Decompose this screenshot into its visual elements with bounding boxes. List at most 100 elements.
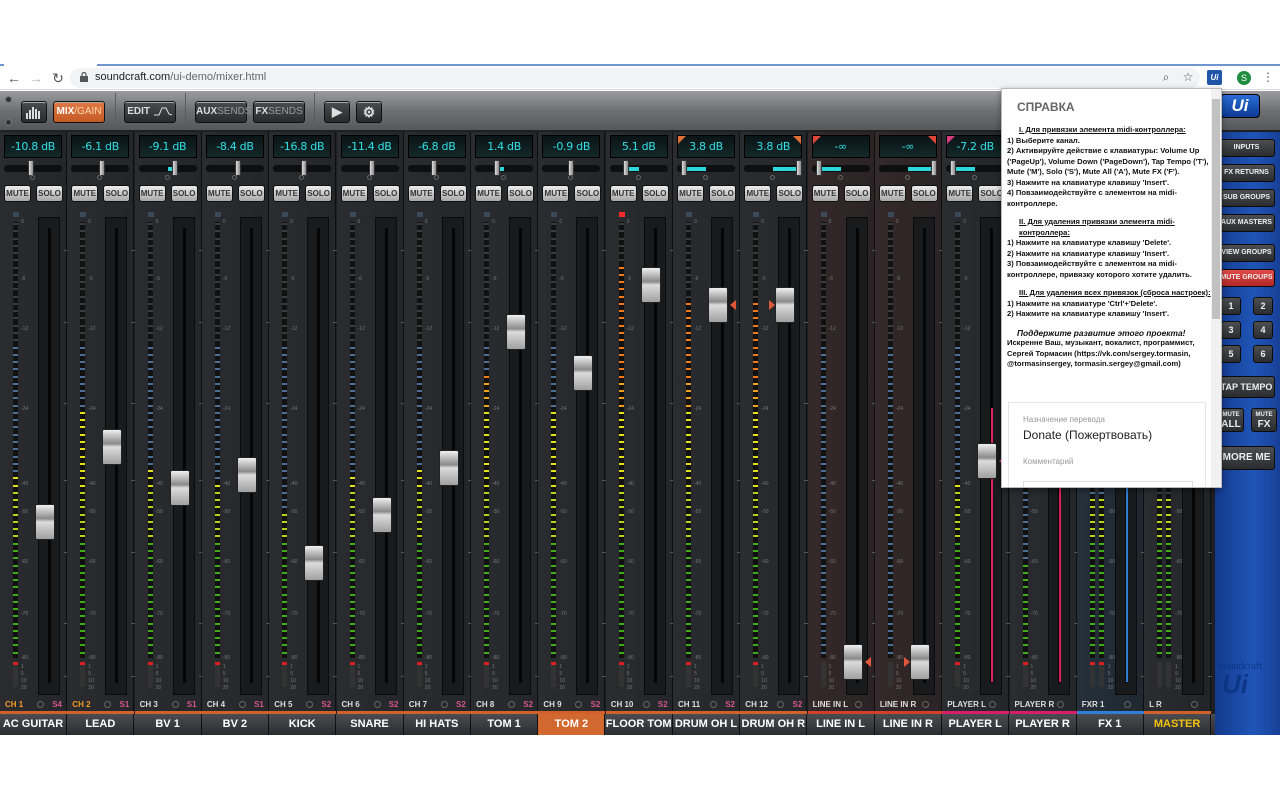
purpose-value[interactable]: Donate (Пожертвовать) (1023, 428, 1152, 442)
channel-name-tab[interactable]: TOM 2 (538, 714, 606, 735)
fader-cap[interactable] (977, 443, 998, 480)
sub-groups-button[interactable]: SUB GROUPS (1218, 189, 1275, 207)
fx-sends-button[interactable]: FXSENDS (253, 101, 305, 123)
mute-button[interactable]: MUTE (71, 185, 99, 202)
pan-slider[interactable] (811, 160, 870, 176)
mute-button[interactable]: MUTE (609, 185, 637, 202)
channel-link-icon[interactable] (642, 701, 650, 708)
forward-icon[interactable]: → (28, 70, 44, 86)
settings-button[interactable]: ⚙ (356, 101, 382, 123)
pan-knob[interactable] (301, 160, 308, 176)
scrollbar-thumb[interactable] (1212, 99, 1220, 319)
channel-link-icon[interactable] (710, 701, 717, 708)
solo-button[interactable]: SOLO (843, 185, 871, 202)
url-text[interactable]: soundcraft.com/ui-demo/mixer.html (95, 71, 266, 83)
channel-name-tab[interactable]: FLOOR TOM (606, 714, 673, 735)
channel-name-tab[interactable]: SNARE (337, 714, 404, 735)
fader-track[interactable] (576, 217, 599, 695)
group-4-button[interactable]: 4 (1253, 321, 1273, 339)
channel-link-icon[interactable] (1056, 701, 1064, 708)
group-6-button[interactable]: 6 (1253, 345, 1273, 363)
mute-fx-button[interactable]: MUTE FX (1251, 408, 1277, 432)
mix-gain-button[interactable]: MIX/GAIN (53, 101, 105, 123)
bookmark-star-icon[interactable]: ☆ (1180, 70, 1196, 84)
solo-button[interactable]: SOLO (574, 185, 602, 202)
group-2-button[interactable]: 2 (1253, 297, 1273, 315)
pan-knob[interactable] (28, 160, 35, 176)
solo-button[interactable]: SOLO (237, 185, 265, 202)
mute-button[interactable]: MUTE (407, 185, 435, 202)
fader-cap[interactable] (573, 354, 594, 391)
fader-cap[interactable] (169, 470, 190, 507)
solo-button[interactable]: SOLO (910, 185, 938, 202)
play-button[interactable]: ▶ (324, 101, 350, 123)
pan-slider[interactable] (475, 160, 534, 176)
mute-button[interactable]: MUTE (273, 185, 301, 202)
fader-cap[interactable] (506, 314, 527, 351)
mute-button[interactable]: MUTE (475, 185, 503, 202)
meters-button[interactable] (21, 101, 47, 123)
fader-track[interactable] (172, 217, 195, 695)
pan-knob[interactable] (930, 160, 937, 176)
pan-slider[interactable] (946, 160, 1005, 176)
pan-knob[interactable] (235, 160, 242, 176)
fader-cap[interactable] (842, 643, 863, 680)
channel-name-tab[interactable]: DRUM OH L (673, 714, 740, 735)
fader-cap[interactable] (775, 287, 796, 324)
pan-slider[interactable] (205, 160, 264, 176)
channel-name-tab[interactable]: LINE IN L (808, 714, 875, 735)
fader-track[interactable] (509, 217, 532, 695)
fader-track[interactable] (845, 217, 868, 695)
mute-button[interactable]: MUTE (811, 185, 839, 202)
fader-cap[interactable] (35, 504, 55, 541)
reload-icon[interactable]: ↻ (50, 70, 66, 86)
solo-button[interactable]: SOLO (36, 185, 63, 202)
solo-button[interactable]: SOLO (776, 185, 804, 202)
pan-slider[interactable] (138, 160, 197, 176)
pan-knob[interactable] (99, 160, 106, 176)
pan-knob[interactable] (567, 160, 574, 176)
fader-cap[interactable] (371, 497, 392, 534)
mute-button[interactable]: MUTE (340, 185, 368, 202)
channel-link-icon[interactable] (508, 701, 516, 708)
channel-name-tab[interactable]: TOM 1 (471, 714, 539, 735)
fader-cap[interactable] (438, 449, 459, 486)
pan-knob[interactable] (430, 160, 437, 176)
channel-link-icon[interactable] (777, 701, 785, 708)
channel-name-tab[interactable]: DRUM OH R (740, 714, 808, 735)
channel-name-tab[interactable]: PLAYER L (942, 714, 1010, 735)
mute-groups-button[interactable]: MUTE GROUPS (1218, 269, 1275, 287)
mute-button[interactable]: MUTE (946, 185, 974, 202)
solo-button[interactable]: SOLO (103, 185, 131, 202)
fader-cap[interactable] (102, 429, 123, 466)
more-me-button[interactable]: MORE ME (1218, 446, 1275, 470)
back-icon[interactable]: ← (6, 70, 22, 86)
channel-link-icon[interactable] (1123, 701, 1131, 708)
view-groups-button[interactable]: VIEW GROUPS (1218, 244, 1275, 262)
channel-name-tab[interactable]: BV 1 (135, 714, 202, 735)
browser-menu-icon[interactable]: ⋮ (1262, 70, 1274, 84)
pan-knob[interactable] (681, 160, 687, 176)
group-5-button[interactable]: 5 (1221, 345, 1241, 363)
channel-link-icon[interactable] (37, 701, 44, 708)
channel-name-tab[interactable]: FX 1 REVERB (1077, 714, 1144, 751)
mute-button[interactable]: MUTE (138, 185, 166, 202)
channel-link-icon[interactable] (989, 701, 997, 708)
solo-button[interactable]: SOLO (709, 185, 736, 202)
pan-knob[interactable] (494, 160, 501, 176)
channel-link-icon[interactable] (238, 701, 246, 708)
mute-button[interactable]: MUTE (878, 185, 906, 202)
fader-cap[interactable] (304, 544, 325, 581)
pan-slider[interactable] (340, 160, 399, 176)
channel-name-tab[interactable]: AC GUITAR (0, 714, 67, 735)
fader-track[interactable] (307, 217, 330, 695)
pan-slider[interactable] (71, 160, 130, 176)
channel-link-icon[interactable] (373, 701, 381, 708)
channel-name-tab[interactable]: HI HATS (404, 714, 471, 735)
extension-ui-icon[interactable]: Ui (1207, 70, 1222, 85)
channel-link-icon[interactable] (104, 701, 112, 708)
group-3-button[interactable]: 3 (1221, 321, 1241, 339)
channel-name-tab[interactable]: LINE IN R (875, 714, 942, 735)
pan-knob[interactable] (950, 160, 957, 176)
pan-knob[interactable] (172, 160, 179, 176)
